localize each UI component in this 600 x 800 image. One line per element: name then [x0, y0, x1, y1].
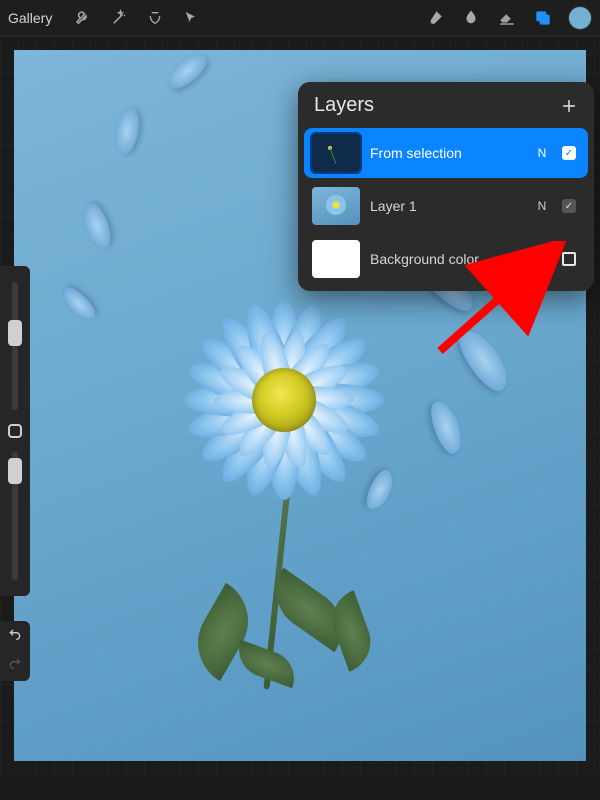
layer-thumbnail [312, 134, 360, 172]
layer-name-label: Layer 1 [370, 198, 524, 214]
layers-icon[interactable] [532, 7, 554, 29]
layer-row[interactable]: Background color [304, 234, 588, 284]
bottom-bar [0, 775, 600, 800]
cursor-icon[interactable] [180, 7, 202, 29]
artwork-petal [162, 50, 211, 94]
artwork-petal [79, 201, 115, 252]
canvas-viewport: Layers From selection N Layer 1 N Backgr… [0, 36, 600, 775]
add-layer-button[interactable] [558, 95, 580, 117]
layer-thumbnail [312, 240, 360, 278]
layers-panel: Layers From selection N Layer 1 N Backgr… [298, 82, 594, 291]
brush-size-slider[interactable] [12, 282, 18, 410]
opacity-slider[interactable] [12, 452, 18, 580]
layer-name-label: From selection [370, 145, 524, 161]
artwork-petal [452, 323, 517, 398]
artwork-petal [112, 106, 142, 155]
undo-redo-rail [0, 621, 30, 681]
gallery-button[interactable]: Gallery [8, 10, 52, 26]
toolbar-right-group [424, 6, 592, 30]
artwork-flower [164, 280, 404, 520]
brush-size-thumb[interactable] [8, 320, 22, 346]
toolbar-left-group: Gallery [8, 7, 202, 29]
smudge-icon[interactable] [460, 7, 482, 29]
opacity-thumb[interactable] [8, 458, 22, 484]
modify-button[interactable] [8, 424, 22, 438]
undo-icon[interactable] [7, 626, 23, 647]
visibility-checkbox[interactable] [560, 197, 578, 215]
artwork-petal [58, 283, 99, 324]
visibility-checkbox[interactable] [560, 144, 578, 162]
top-toolbar: Gallery [0, 0, 600, 36]
blend-mode-button[interactable]: N [534, 199, 550, 213]
layer-name-label: Background color [370, 251, 524, 267]
layers-panel-title: Layers [314, 94, 374, 117]
layer-thumbnail [312, 187, 360, 225]
visibility-checkbox[interactable] [560, 250, 578, 268]
layers-panel-header: Layers [298, 82, 594, 125]
brush-icon[interactable] [424, 7, 446, 29]
layer-row[interactable]: Layer 1 N [304, 181, 588, 231]
wrench-icon[interactable] [72, 7, 94, 29]
artwork-petal [426, 397, 467, 457]
blend-mode-button[interactable]: N [534, 146, 550, 160]
color-chip[interactable] [568, 6, 592, 30]
wand-icon[interactable] [108, 7, 130, 29]
eraser-icon[interactable] [496, 7, 518, 29]
side-slider-rail [0, 266, 30, 596]
redo-icon[interactable] [7, 655, 23, 676]
layer-row[interactable]: From selection N [304, 128, 588, 178]
selection-icon[interactable] [144, 7, 166, 29]
